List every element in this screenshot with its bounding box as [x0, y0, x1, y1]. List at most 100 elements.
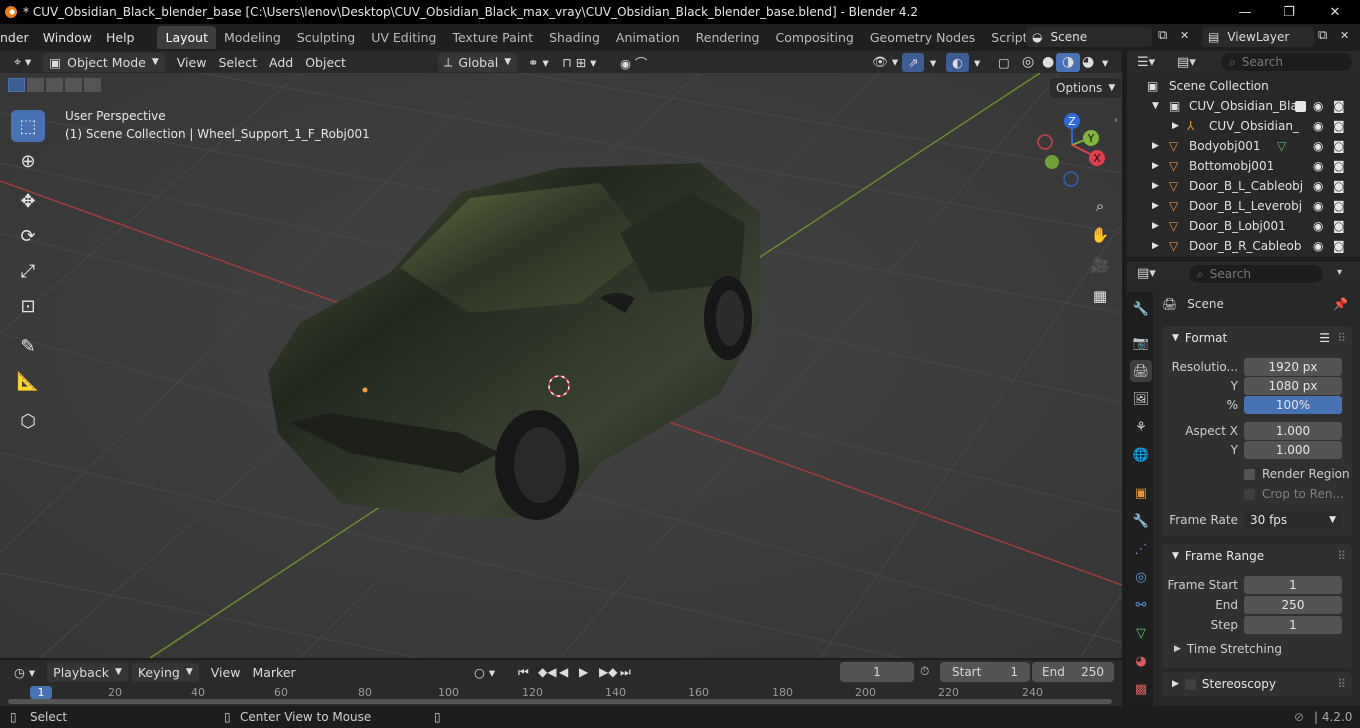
new-scene-icon[interactable]: ⧉	[1158, 28, 1167, 43]
new-viewlayer-icon[interactable]: ⧉	[1318, 28, 1327, 43]
pivot-point-icon[interactable]: ⚭ ▾	[522, 53, 555, 72]
list-item[interactable]: ▶ ⅄ CUV_Obsidian_ ◉ ◙	[1127, 116, 1360, 136]
scale-tool-icon[interactable]: ⤢	[11, 255, 45, 287]
sidebar-toggle-icon[interactable]: ‹	[1114, 115, 1118, 126]
gizmo-dropdown-icon[interactable]: ▾	[924, 53, 942, 72]
pin-icon[interactable]: 📌	[1333, 297, 1348, 311]
overlays-icon[interactable]: ◐	[946, 52, 969, 72]
data-tab-icon[interactable]: ▽	[1130, 622, 1152, 644]
eye-icon[interactable]: ◉	[1313, 99, 1323, 113]
camera-icon[interactable]: ◙	[1333, 179, 1345, 193]
current-frame-field[interactable]: 1	[840, 662, 914, 682]
rotate-tool-icon[interactable]: ⟳	[11, 220, 45, 252]
move-tool-icon[interactable]: ✥	[11, 185, 45, 217]
menu-help[interactable]: Help	[99, 30, 142, 45]
tab-sculpting[interactable]: Sculpting	[289, 26, 363, 49]
annotate-tool-icon[interactable]: ✎	[11, 330, 45, 362]
end-frame-field[interactable]: End 250	[1032, 662, 1114, 682]
chevron-down-icon[interactable]: ▾	[1337, 267, 1342, 278]
add-cube-tool-icon[interactable]: ⬡	[11, 405, 45, 437]
stereoscopy-checkbox[interactable]	[1184, 678, 1196, 690]
tool-tab-icon[interactable]: 🔧	[1130, 298, 1152, 320]
measure-tool-icon[interactable]: 📐	[11, 365, 45, 397]
timeline-track[interactable]: 1 20 40 60 80 100 120 140 160 180 200 22…	[0, 684, 1122, 706]
perspective-toggle-icon[interactable]: ▦	[1086, 282, 1114, 310]
object-tab-icon[interactable]: ▣	[1130, 482, 1152, 504]
eye-icon[interactable]: ◉	[1313, 199, 1323, 213]
format-panel-header[interactable]: ▼ Format ☰ ⠿	[1162, 326, 1352, 350]
render-tab-icon[interactable]: 📷	[1130, 332, 1152, 354]
material-tab-icon[interactable]: ◕	[1130, 650, 1152, 672]
camera-icon[interactable]: ◙	[1333, 199, 1345, 213]
frame-start-field[interactable]: 1	[1244, 576, 1342, 594]
aspect-x-field[interactable]: 1.000	[1244, 422, 1342, 440]
visibility-icon[interactable]: 👁 ▾	[866, 53, 904, 72]
frame-rate-select[interactable]: 30 fps ▼	[1244, 511, 1342, 529]
camera-icon[interactable]: ◙	[1333, 219, 1345, 233]
list-item[interactable]: ▶ ▽ Door_B_L_Cableobj ◉ ◙	[1127, 176, 1360, 196]
camera-icon[interactable]: ◙	[1333, 139, 1345, 153]
resolution-x-field[interactable]: 1920 px	[1244, 358, 1342, 376]
crop-checkbox[interactable]	[1244, 489, 1255, 500]
tab-geometry-nodes[interactable]: Geometry Nodes	[862, 26, 983, 49]
zoom-icon[interactable]: ⌕	[1086, 192, 1114, 220]
viewlayer-selector[interactable]: ▤ ViewLayer	[1202, 27, 1314, 47]
list-item[interactable]: ▶ ▽ Door_B_Lobj001 ◉ ◙	[1127, 216, 1360, 236]
eye-icon[interactable]: ◉	[1313, 179, 1323, 193]
camera-icon[interactable]: ◙	[1333, 119, 1345, 133]
play-icon[interactable]: ▶	[573, 663, 594, 682]
display-mode-icon[interactable]: ▤▾	[1177, 55, 1196, 70]
jump-end-icon[interactable]: ⏭	[614, 663, 637, 682]
tab-rendering[interactable]: Rendering	[688, 26, 768, 49]
overlays-dropdown-icon[interactable]: ▾	[968, 53, 986, 72]
tab-shading[interactable]: Shading	[541, 26, 608, 49]
eye-icon[interactable]: ◉	[1313, 219, 1323, 233]
drag-handle-icon[interactable]: ⠿	[1337, 549, 1346, 563]
select-invert-icon[interactable]	[65, 78, 82, 92]
tab-modeling[interactable]: Modeling	[216, 26, 289, 49]
shading-dropdown-icon[interactable]: ▾	[1096, 53, 1114, 72]
select-subtract-icon[interactable]	[46, 78, 63, 92]
pan-hand-icon[interactable]: ✋	[1086, 221, 1114, 249]
maximize-button[interactable]: ❐	[1266, 0, 1312, 24]
physics-tab-icon[interactable]: ◎	[1130, 566, 1152, 588]
eye-icon[interactable]: ◉	[1313, 239, 1323, 253]
stereoscopy-panel[interactable]: ▶ Stereoscopy ⠿	[1162, 672, 1352, 696]
keying-menu[interactable]: Keying ▼	[131, 662, 199, 682]
play-reverse-icon[interactable]: ◀	[553, 663, 574, 682]
navigation-gizmo[interactable]: Z Y X	[1030, 111, 1114, 191]
chevron-down-icon[interactable]: ▼	[1152, 101, 1159, 111]
outliner-root[interactable]: ▣ Scene Collection	[1127, 76, 1360, 96]
scene-tab-icon[interactable]: ⚘	[1130, 416, 1152, 438]
texture-tab-icon[interactable]: ▩	[1130, 678, 1152, 700]
tab-uv-editing[interactable]: UV Editing	[363, 26, 444, 49]
aspect-y-field[interactable]: 1.000	[1244, 441, 1342, 459]
timeline-scrollbar[interactable]	[8, 699, 1112, 704]
properties-search-input[interactable]: ⌕ Search	[1189, 265, 1323, 283]
transform-orientation[interactable]: ⟂ Global ▼	[438, 52, 518, 72]
gizmo-toggle-icon[interactable]: ⇗	[902, 52, 925, 72]
drag-handle-icon[interactable]: ⠿	[1337, 331, 1346, 345]
list-item[interactable]: ▼ ▣ CUV_Obsidian_Blac ◉ ◙	[1127, 96, 1360, 116]
tab-compositing[interactable]: Compositing	[767, 26, 861, 49]
transform-tool-icon[interactable]: ⊡	[11, 290, 45, 322]
modifier-tab-icon[interactable]: 🔧	[1130, 510, 1152, 532]
mode-selector[interactable]: ▣ Object Mode ▼	[43, 52, 165, 72]
xray-icon[interactable]: ▢	[992, 53, 1016, 72]
menu-file[interactable]: nder	[0, 30, 36, 45]
eye-icon[interactable]: ◉	[1313, 119, 1323, 133]
playhead[interactable]: 1	[30, 686, 52, 699]
camera-icon[interactable]: ◙	[1333, 159, 1345, 173]
list-item[interactable]: ▶ ▽ Bodyobj001 ▽ ◉ ◙	[1127, 136, 1360, 156]
tab-texture-paint[interactable]: Texture Paint	[444, 26, 541, 49]
frame-end-field[interactable]: 250	[1244, 596, 1342, 614]
checkbox-icon[interactable]	[1295, 100, 1306, 112]
render-region-checkbox[interactable]	[1244, 469, 1255, 480]
chevron-right-icon[interactable]: ▶	[1152, 221, 1159, 231]
tab-animation[interactable]: Animation	[608, 26, 688, 49]
chevron-right-icon[interactable]: ▶	[1152, 241, 1159, 251]
proportional-edit-icon[interactable]: ◉ ⌒	[614, 53, 653, 72]
cursor-tool-icon[interactable]: ⊕	[11, 145, 45, 177]
constraints-tab-icon[interactable]: ⚯	[1130, 594, 1152, 616]
list-item[interactable]: ▶ ▽ Door_B_L_Leverobj ◉ ◙	[1127, 196, 1360, 216]
